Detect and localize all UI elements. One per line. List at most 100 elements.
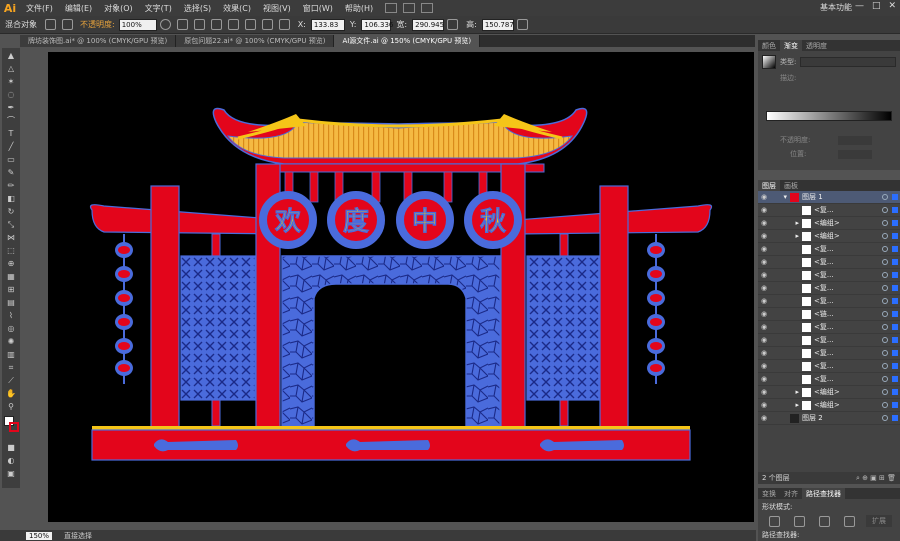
lasso-icon[interactable]: ◌ <box>4 89 18 100</box>
workspace-switcher[interactable]: 基本功能 <box>820 2 852 13</box>
menu-item[interactable]: 文件(F) <box>20 3 59 14</box>
expand-arrow-icon[interactable]: ▸ <box>780 388 802 396</box>
layer-row[interactable]: ◉ ▸ <编组> <box>758 217 900 230</box>
maximize-button[interactable]: □ <box>872 1 881 11</box>
document-tab[interactable]: 原包问题22.ai* @ 100% (CMYK/GPU 预览) <box>176 35 335 47</box>
target-circle-icon[interactable] <box>882 350 888 356</box>
graph-tool-icon[interactable]: ▥ <box>4 349 18 360</box>
target-circle-icon[interactable] <box>882 311 888 317</box>
align-middle-icon[interactable] <box>261 19 273 30</box>
target-circle-icon[interactable] <box>882 259 888 265</box>
stroke-swatch[interactable] <box>9 422 19 432</box>
direct-selection-tool-icon[interactable]: △ <box>4 63 18 74</box>
visibility-eye-icon[interactable]: ◉ <box>758 193 770 201</box>
selection-indicator[interactable] <box>892 363 898 369</box>
align-bottom-icon[interactable] <box>278 19 290 30</box>
selection-indicator[interactable] <box>892 376 898 382</box>
menu-item[interactable]: 帮助(H) <box>339 3 379 14</box>
visibility-eye-icon[interactable]: ◉ <box>758 232 770 240</box>
bridge-icon[interactable] <box>385 3 398 13</box>
expand-button[interactable]: 扩展 <box>866 515 892 527</box>
selection-indicator[interactable] <box>892 402 898 408</box>
pen-tool-icon[interactable]: ✒ <box>4 102 18 113</box>
shape-builder-icon[interactable]: ⊕ <box>4 258 18 269</box>
align-right-icon[interactable] <box>227 19 239 30</box>
visibility-eye-icon[interactable]: ◉ <box>758 388 770 396</box>
gradient-position-field[interactable] <box>838 149 872 159</box>
distribute-icon[interactable] <box>193 19 205 30</box>
target-circle-icon[interactable] <box>882 246 888 252</box>
layer-row[interactable]: ◉ <复... <box>758 295 900 308</box>
blend-tool-icon[interactable]: ◎ <box>4 323 18 334</box>
layer-row[interactable]: ◉ <复... <box>758 321 900 334</box>
symbol-sprayer-icon[interactable]: ✺ <box>4 336 18 347</box>
target-circle-icon[interactable] <box>882 220 888 226</box>
visibility-eye-icon[interactable]: ◉ <box>758 401 770 409</box>
selection-indicator[interactable] <box>892 220 898 226</box>
screen-mode-icon[interactable]: ▣ <box>4 468 18 479</box>
gradient-slider[interactable] <box>766 111 892 121</box>
unite-icon[interactable] <box>769 515 780 527</box>
target-circle-icon[interactable] <box>882 233 888 239</box>
menu-item[interactable]: 选择(S) <box>178 3 217 14</box>
eraser-icon[interactable]: ◧ <box>4 193 18 204</box>
target-circle-icon[interactable] <box>882 207 888 213</box>
selection-indicator[interactable] <box>892 337 898 343</box>
minus-front-icon[interactable] <box>794 515 805 527</box>
exclude-icon[interactable] <box>844 515 855 527</box>
align-top-icon[interactable] <box>244 19 256 30</box>
arrange-icon[interactable] <box>403 3 416 13</box>
curvature-icon[interactable]: ⌒ <box>4 115 18 126</box>
draw-mode-icon[interactable]: ◐ <box>4 455 18 466</box>
selection-indicator[interactable] <box>892 324 898 330</box>
scale-tool-icon[interactable]: ⤡ <box>4 219 18 230</box>
visibility-eye-icon[interactable]: ◉ <box>758 375 770 383</box>
gradient-type-select[interactable] <box>800 57 896 67</box>
target-circle-icon[interactable] <box>882 337 888 343</box>
target-circle-icon[interactable] <box>882 272 888 278</box>
selection-indicator[interactable] <box>892 233 898 239</box>
target-circle-icon[interactable] <box>882 402 888 408</box>
layer-row[interactable]: ◉ <复... <box>758 243 900 256</box>
intersect-icon[interactable] <box>819 515 830 527</box>
opacity-label[interactable]: 不透明度: <box>76 19 119 30</box>
target-circle-icon[interactable] <box>882 376 888 382</box>
gradient-tool-icon[interactable]: ▤ <box>4 297 18 308</box>
visibility-eye-icon[interactable]: ◉ <box>758 414 770 422</box>
selection-indicator[interactable] <box>892 246 898 252</box>
expand-arrow-icon[interactable]: ▸ <box>780 219 802 227</box>
layer-row[interactable]: ◉ <复... <box>758 373 900 386</box>
visibility-eye-icon[interactable]: ◉ <box>758 336 770 344</box>
selection-tool-icon[interactable]: ▲ <box>4 50 18 61</box>
rectangle-tool-icon[interactable]: ▭ <box>4 154 18 165</box>
selection-indicator[interactable] <box>892 207 898 213</box>
slice-tool-icon[interactable]: ⟋ <box>4 375 18 386</box>
panel-tab[interactable]: 对齐 <box>780 488 802 499</box>
layer-row[interactable]: ◉ ▸ <编组> <box>758 399 900 412</box>
panel-tab[interactable]: 渐变 <box>780 40 802 51</box>
opacity-field[interactable]: 100% <box>118 18 157 31</box>
layer-row[interactable]: ◉ <复... <box>758 282 900 295</box>
target-circle-icon[interactable] <box>882 324 888 330</box>
width-tool-icon[interactable]: ⋈ <box>4 232 18 243</box>
visibility-eye-icon[interactable]: ◉ <box>758 297 770 305</box>
layer-row[interactable]: ◉ <链... <box>758 308 900 321</box>
panel-tab[interactable]: 变换 <box>758 488 780 499</box>
height-field[interactable]: 150.787 <box>481 18 514 31</box>
document-tab[interactable]: AI源文件.ai @ 150% (CMYK/GPU 预览) <box>334 35 481 47</box>
expand-arrow-icon[interactable]: ▸ <box>780 401 802 409</box>
lantern-string-right[interactable] <box>647 234 665 384</box>
visibility-eye-icon[interactable]: ◉ <box>758 271 770 279</box>
gradient-thumbnail[interactable] <box>762 55 776 69</box>
stroke-swatch-icon[interactable] <box>62 19 73 30</box>
selection-indicator[interactable] <box>892 415 898 421</box>
layer-row[interactable]: ◉ <复... <box>758 360 900 373</box>
menu-item[interactable]: 效果(C) <box>217 3 257 14</box>
visibility-eye-icon[interactable]: ◉ <box>758 258 770 266</box>
zoom-field[interactable]: 150% <box>26 531 53 540</box>
link-icon[interactable] <box>447 19 459 30</box>
visibility-eye-icon[interactable]: ◉ <box>758 349 770 357</box>
target-circle-icon[interactable] <box>882 363 888 369</box>
y-field[interactable]: 106.336 <box>361 18 393 31</box>
target-circle-icon[interactable] <box>882 298 888 304</box>
